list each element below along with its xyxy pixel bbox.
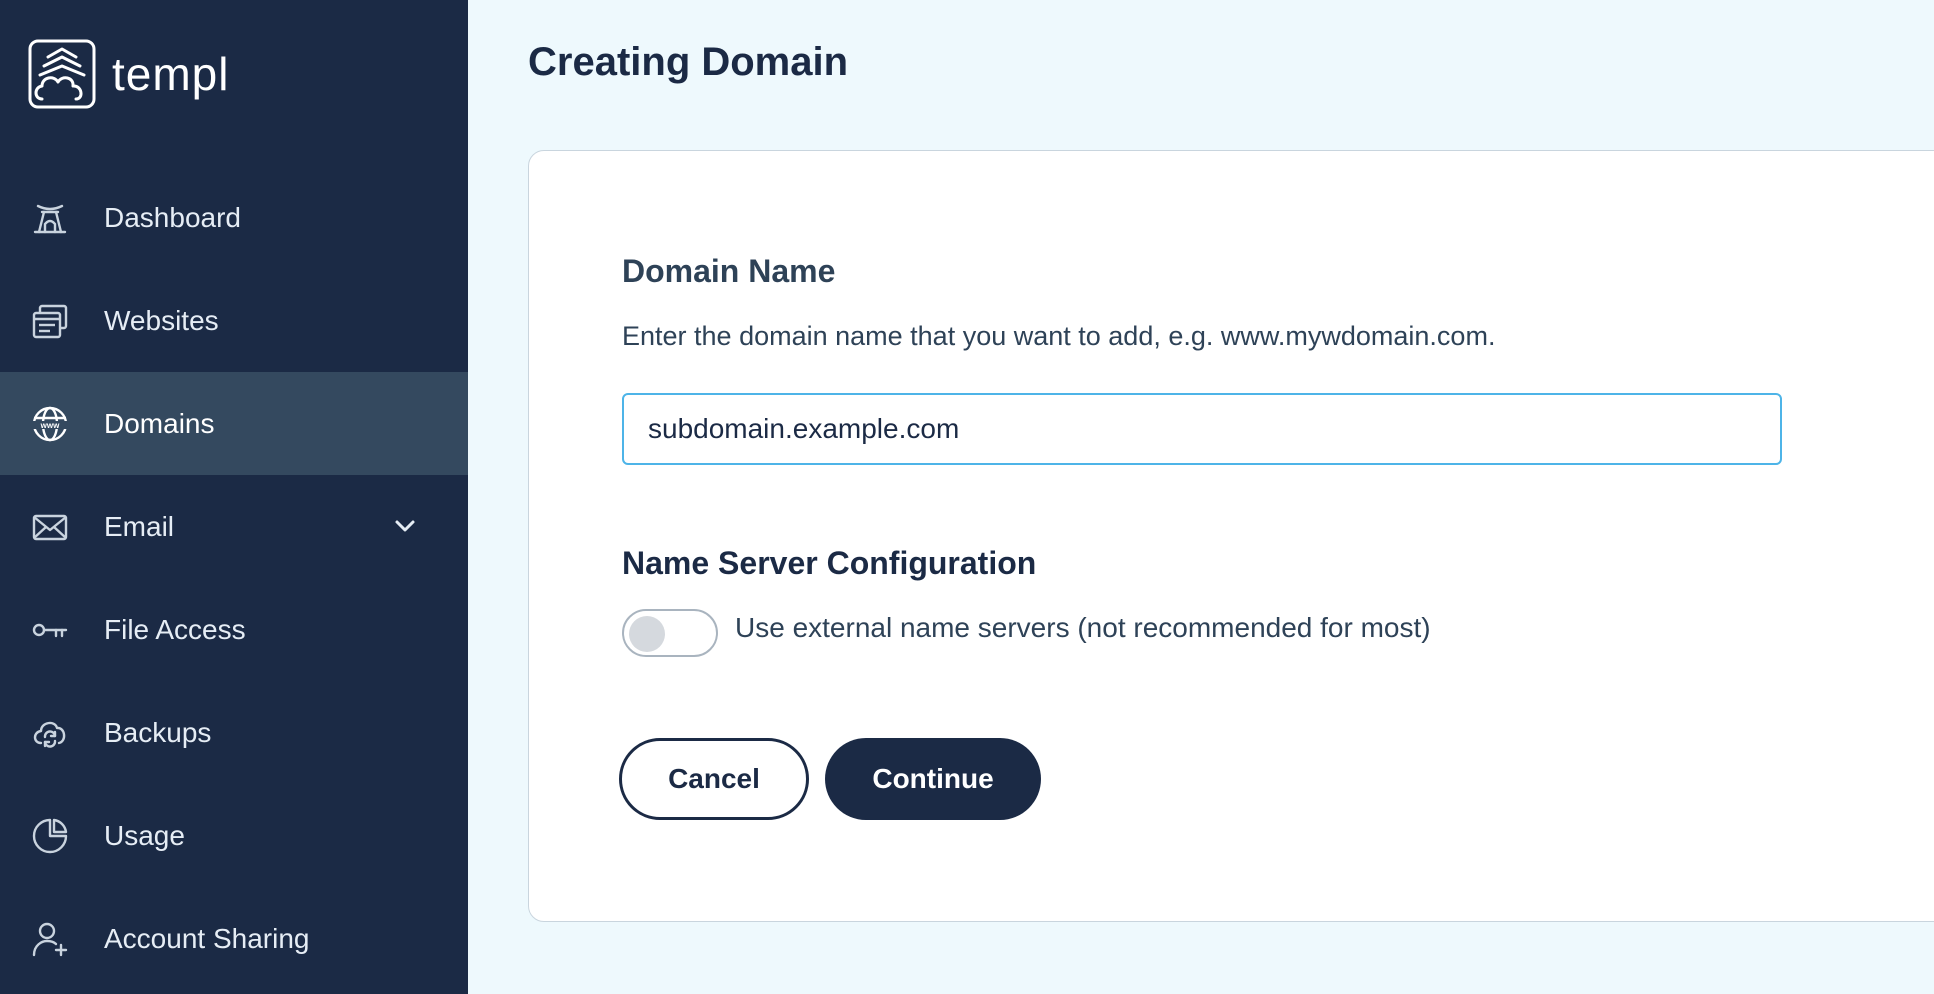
email-icon [30,507,70,547]
sidebar-nav: Dashboard Websites www Domains Email Fil… [0,166,468,990]
sidebar-item-label: Backups [104,716,212,748]
dashboard-icon [30,198,70,238]
sidebar-item-domains[interactable]: www Domains [0,372,468,475]
sidebar-item-usage[interactable]: Usage [0,784,468,887]
sidebar-item-dashboard[interactable]: Dashboard [0,166,468,269]
sidebar-item-label: Domains [104,407,215,439]
create-domain-card: Domain Name Enter the domain name that y… [528,150,1934,922]
sidebar-item-file-access[interactable]: File Access [0,578,468,681]
toggle-knob [629,616,665,652]
sidebar-item-label: Usage [104,819,185,851]
websites-icon [30,301,70,341]
sidebar-item-label: File Access [104,613,246,645]
svg-text:www: www [40,421,60,430]
sidebar-item-label: Websites [104,304,219,336]
page-title: Creating Domain [528,40,849,84]
external-name-servers-toggle[interactable] [622,609,718,657]
domain-name-heading: Domain Name [622,253,836,289]
external-name-servers-label: Use external name servers (not recommend… [735,612,1431,643]
templ-logo-icon [28,39,96,109]
sidebar-item-label: Account Sharing [104,922,310,954]
cloud-sync-icon [30,713,70,753]
add-user-icon [30,919,70,959]
sidebar-item-websites[interactable]: Websites [0,269,468,372]
continue-button[interactable]: Continue [825,738,1041,820]
pie-chart-icon [30,816,70,856]
sidebar-item-label: Email [104,510,175,542]
sidebar-item-email[interactable]: Email [0,475,468,578]
sidebar: templ Dashboard Websites www Domains Ema… [0,0,468,994]
www-globe-icon: www [30,404,70,444]
name-server-heading: Name Server Configuration [622,545,1037,581]
cancel-button[interactable]: Cancel [619,738,809,820]
brand-logo[interactable]: templ [28,39,229,109]
sidebar-item-backups[interactable]: Backups [0,681,468,784]
brand-name: templ [112,48,230,100]
chevron-down-icon[interactable] [390,511,420,541]
key-icon [30,610,70,650]
domain-name-input[interactable] [622,393,1782,465]
sidebar-item-account-sharing[interactable]: Account Sharing [0,887,468,990]
sidebar-item-label: Dashboard [104,201,241,233]
main-content: Creating Domain Domain Name Enter the do… [468,0,1934,994]
domain-name-help-text: Enter the domain name that you want to a… [622,321,1496,351]
